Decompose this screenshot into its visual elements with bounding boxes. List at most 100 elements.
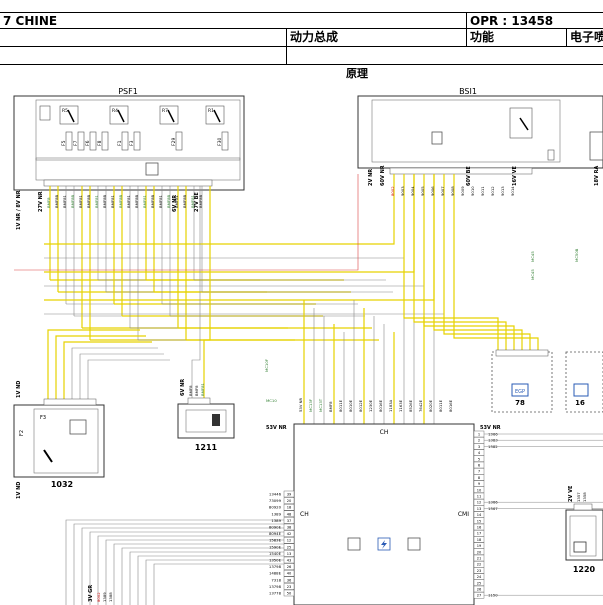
psf1-fuse-label-7: F30 <box>217 138 223 146</box>
m1211-connector-label: 6V NR <box>180 379 186 396</box>
bsi1-wire-label-11: 9013 <box>500 186 505 196</box>
ch-right-pin-number-25: 26 <box>477 588 482 592</box>
ch-right-pin-number-19: 20 <box>477 550 482 554</box>
wiring-diagram: 原理 PSF1 R5 R4 R7 R1 F5 F7 F6 F8 F1 F3 F29 F30 BSI1… <box>13 67 603 605</box>
bottom-fan-0 <box>65 519 290 605</box>
ch-right-pin-number-21: 22 <box>477 563 482 567</box>
m1032-wire-3 <box>71 347 158 399</box>
bottom-fan-9 <box>137 555 290 605</box>
m1032-label: 1032 <box>51 480 73 489</box>
ch-left-pin-wire-1: 73099 <box>269 498 282 503</box>
psf1-fuse-label-6: F29 <box>171 138 177 146</box>
ch-left-pin-number-4: 37 <box>287 519 292 523</box>
psf1-wire-label-4: BMF81 <box>78 195 83 208</box>
ch-right-pin-number-11: 12 <box>477 501 482 505</box>
ch-top-wire-label-4: 8011E <box>338 399 343 412</box>
ch-ecu-top-connector: 53V NR <box>266 425 287 431</box>
egr-connector-strip <box>495 349 549 357</box>
psf1-fuse-label-5: F3 <box>129 140 135 146</box>
ch-top-wire-label-8: 8016E <box>378 399 383 412</box>
ch-left-pin-number-12: 40 <box>287 572 292 576</box>
ch-left-pin-number-9: 13 <box>287 552 292 556</box>
bsi1-connector-label-3: 16V VE <box>512 166 518 186</box>
m1032-fuse2-label: F3 <box>40 415 46 421</box>
bsi1-wire-label-2: 9004 <box>410 186 415 196</box>
ch-left-pin-number-7: 12 <box>287 539 292 543</box>
ch-top-wire-label-5: 8010E <box>348 399 353 412</box>
psf1-connector-label-1: 27V NR <box>38 191 44 212</box>
bsi1-to-egr-2 <box>423 174 515 350</box>
ch-top-wire-label-15: 8016E <box>448 399 453 412</box>
ch-left-pin-number-0: 39 <box>287 493 292 497</box>
bottom-fan-5 <box>105 539 290 605</box>
psf1-fuse-label-3: F8 <box>97 140 103 146</box>
psf1-relay-label-0: R5 <box>62 108 68 114</box>
ch-right-pin-number-26: 27 <box>477 594 482 598</box>
ch-top-wire-label-2: MC13T <box>318 398 323 412</box>
bsi1-box <box>357 95 603 169</box>
ch-right-pin-number-0: 1 <box>478 433 480 437</box>
m1220-connector-label: 2V VE <box>568 485 574 502</box>
ch-top-wire-label-11: 8526E <box>408 399 413 412</box>
mc-label-4: MC50B <box>574 248 579 262</box>
bsi1-to-egr-3 <box>433 174 523 350</box>
ch-left-pin-wire-12: 1488E <box>269 571 282 576</box>
mc-label-2: MC45 <box>530 251 535 262</box>
ch-right-pin-number-2: 3 <box>478 445 480 449</box>
bottom-connector-label: 3V GR <box>88 585 94 602</box>
psf1-wire-label-8: BMF81 <box>110 195 115 208</box>
m1211-wire-label-2: BMF81 <box>200 383 205 396</box>
ch-ecu-box <box>293 423 475 605</box>
ch-left-pin-number-3: 48 <box>287 512 292 516</box>
ch-top-wire-label-0: 53V NR <box>298 398 303 412</box>
m1211-label: 1211 <box>195 443 218 452</box>
ch-right-pin-number-23: 24 <box>477 575 482 579</box>
bottom-fan-7 <box>121 547 290 605</box>
psf1-wire-label-16: BMF81 <box>174 195 179 208</box>
ch-right-pin-number-1: 2 <box>478 439 480 443</box>
bsi1-to-egr-0 <box>403 174 499 350</box>
bsi1-label: BSI1 <box>459 87 477 96</box>
bottom-wire-label-2: 1388 <box>108 592 113 602</box>
bsi1-wire-label-4: 9006 <box>430 186 435 196</box>
bottom-fan-6 <box>113 543 290 605</box>
bsi1-wire-label-6: 9008 <box>450 186 455 196</box>
bsi1-wire-label-3: 9005 <box>420 186 425 196</box>
m1220-icon <box>573 541 587 553</box>
psf1-wire-label-9: BMF8B <box>118 195 123 208</box>
m1032-box <box>13 404 105 478</box>
bsi1-wire-label-1: 9003 <box>400 186 405 196</box>
m1032-fuse-label: F2 <box>19 430 25 436</box>
ch-left-pin-number-10: 43 <box>287 559 292 563</box>
psf1-fuse-label-4: F1 <box>117 140 123 146</box>
bottom-fan-3 <box>89 531 290 605</box>
psf1-fuse-label-0: F5 <box>61 140 67 146</box>
bsi1-wire-label-8: 9010 <box>470 186 475 196</box>
ch-left-pin-wire-0: 13446 <box>269 492 282 497</box>
m16-icon <box>573 383 589 397</box>
psf1-wire-label-12: BMF81 <box>142 195 147 208</box>
mc-label-1: MC10 <box>266 398 277 403</box>
psf1-wire-label-7: BMF8B <box>102 195 107 208</box>
m1220-connector-strip <box>573 503 593 511</box>
bsi1-wire-label-0: 8002 <box>390 186 395 196</box>
ch-left-pin-wire-14: 13798 <box>269 584 282 589</box>
ch-left-pin-wire-9: 1540E <box>269 551 282 556</box>
m1032-wire-4 <box>79 353 164 399</box>
ch-right-pin-number-15: 16 <box>477 526 482 530</box>
mc-label-0: MC10F <box>264 359 269 372</box>
m1032-wire-1 <box>55 335 146 399</box>
psf1-relay-label-2: R7 <box>162 108 168 114</box>
psf1-wire-label-19: BMF8B <box>198 195 203 208</box>
ch-left-pin-number-13: 36 <box>287 578 292 582</box>
ch-top-wire-label-12: 7642E <box>418 399 423 412</box>
bsi1-to-egr-1 <box>413 174 507 350</box>
bsi1-wire-label-9: 9011 <box>480 186 485 196</box>
bottom-fan-4 <box>97 535 290 605</box>
ch-top-wire-label-9: 1183A <box>388 399 393 412</box>
ch-left-pin-number-11: 26 <box>287 565 292 569</box>
ch-left-pin-number-2: 18 <box>287 506 292 510</box>
bsi1-connector-label-0: 2V NR <box>368 169 374 186</box>
ch-top-wire-label-3: BMF8 <box>328 401 333 412</box>
psf1-relay-label-3: R1 <box>208 108 214 114</box>
